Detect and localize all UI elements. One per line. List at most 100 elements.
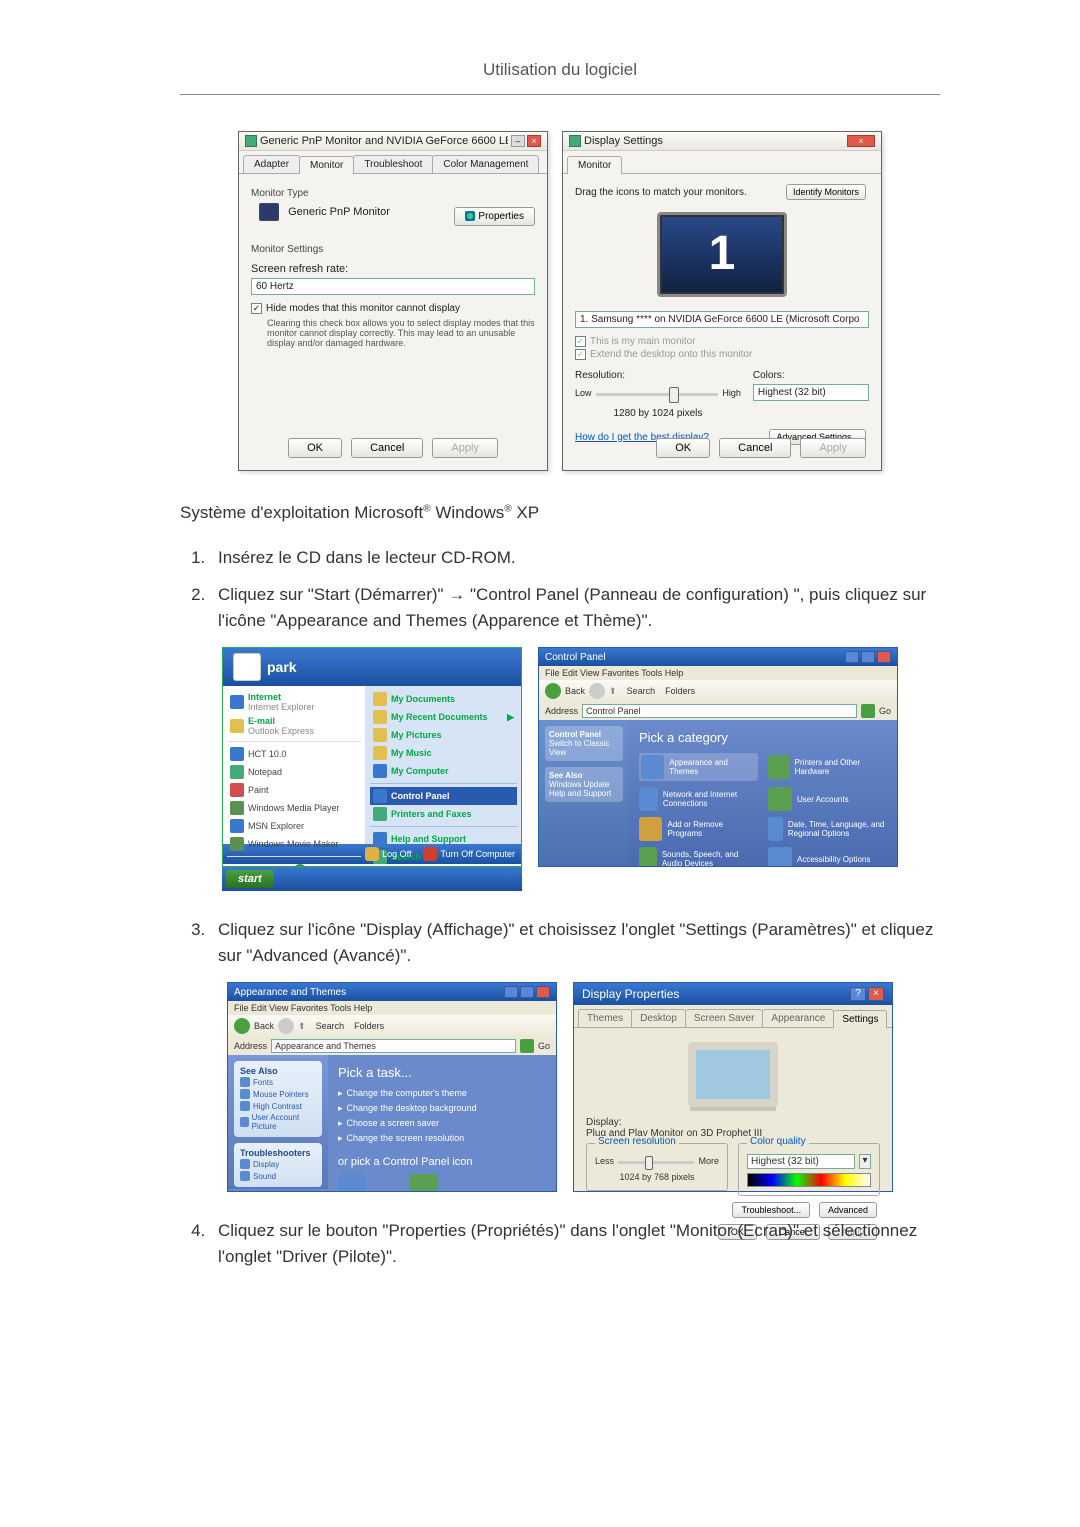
- tab-desktop[interactable]: Desktop: [631, 1009, 686, 1027]
- folders-button[interactable]: Folders: [665, 686, 695, 696]
- my-computer[interactable]: My Computer: [370, 762, 517, 780]
- side-account-pic[interactable]: User Account Picture: [240, 1112, 316, 1132]
- tab-settings[interactable]: Settings: [833, 1010, 887, 1028]
- cp-icon-taskbar[interactable]: Taskbar and Start Menu: [382, 1174, 467, 1192]
- task-background[interactable]: ▸Change the desktop background: [338, 1101, 546, 1116]
- close-icon[interactable]: [536, 986, 550, 998]
- close-icon[interactable]: [877, 651, 891, 663]
- side-fonts[interactable]: Fonts: [240, 1076, 316, 1088]
- help-icon[interactable]: ?: [850, 987, 866, 1001]
- start-button[interactable]: start: [226, 870, 274, 888]
- close-button[interactable]: ×: [527, 135, 541, 147]
- my-recent-docs[interactable]: My Recent Documents▶: [370, 708, 517, 726]
- see-help-support[interactable]: Help and Support: [549, 789, 619, 798]
- my-documents[interactable]: My Documents: [370, 690, 517, 708]
- run[interactable]: Run...: [370, 866, 517, 867]
- cancel-button[interactable]: Cancel: [351, 438, 423, 458]
- monitor-thumb[interactable]: 1: [657, 212, 787, 297]
- forward-icon[interactable]: [278, 1018, 294, 1034]
- my-music[interactable]: My Music: [370, 744, 517, 762]
- tab-adapter[interactable]: Adapter: [243, 155, 300, 173]
- cancel-button[interactable]: Cancel: [719, 438, 791, 458]
- extend-desktop-checkbox[interactable]: ✓: [575, 349, 586, 360]
- help-support[interactable]: Help and Support: [370, 830, 517, 848]
- minimize-icon[interactable]: [504, 986, 518, 998]
- my-pictures[interactable]: My Pictures: [370, 726, 517, 744]
- side-contrast[interactable]: High Contrast: [240, 1100, 316, 1112]
- search-button[interactable]: Search: [316, 1021, 345, 1031]
- apply-button[interactable]: Apply: [800, 438, 866, 458]
- side-mouse[interactable]: Mouse Pointers: [240, 1088, 316, 1100]
- go-icon[interactable]: [861, 704, 875, 718]
- control-panel-menu-item[interactable]: Control Panel: [370, 787, 517, 805]
- all-programs[interactable]: All Programs▶: [227, 860, 361, 867]
- logoff-button[interactable]: Log Off: [365, 847, 411, 861]
- tab-monitor[interactable]: Monitor: [299, 156, 354, 174]
- resolution-slider[interactable]: [596, 385, 719, 405]
- color-select[interactable]: Highest (32 bit): [747, 1154, 855, 1169]
- forward-icon[interactable]: [589, 683, 605, 699]
- turnoff-button[interactable]: Turn Off Computer: [423, 847, 515, 861]
- go-icon[interactable]: [520, 1039, 534, 1053]
- close-icon[interactable]: ×: [868, 987, 884, 1001]
- address-field[interactable]: Appearance and Themes: [271, 1039, 516, 1053]
- printers-faxes[interactable]: Printers and Faxes: [370, 805, 517, 823]
- refresh-rate-select[interactable]: 60 Hertz: [251, 278, 535, 295]
- tab-screensaver[interactable]: Screen Saver: [685, 1009, 764, 1027]
- tab-monitor[interactable]: Monitor: [567, 156, 622, 174]
- ok-button[interactable]: OK: [288, 438, 342, 458]
- properties-button[interactable]: Properties: [454, 207, 535, 226]
- start-item-email[interactable]: E-mailOutlook Express: [227, 714, 361, 738]
- cat-datetime[interactable]: Date, Time, Language, and Regional Optio…: [768, 817, 887, 841]
- cat-users[interactable]: User Accounts: [768, 787, 887, 811]
- minimize-icon[interactable]: [845, 651, 859, 663]
- maximize-icon[interactable]: [861, 651, 875, 663]
- start-item-notepad[interactable]: Notepad: [227, 763, 361, 781]
- cat-appearance-themes[interactable]: Appearance and Themes: [639, 753, 758, 781]
- start-item-internet[interactable]: InternetInternet Explorer: [227, 690, 361, 714]
- start-item-msn[interactable]: MSN Explorer: [227, 817, 361, 835]
- colors-select[interactable]: Highest (32 bit): [753, 384, 869, 401]
- cat-add-remove[interactable]: Add or Remove Programs: [639, 817, 758, 841]
- apply-button[interactable]: Apply: [432, 438, 498, 458]
- advanced-button[interactable]: Advanced: [819, 1202, 877, 1218]
- start-item-hct[interactable]: HCT 10.0: [227, 745, 361, 763]
- at-menu[interactable]: File Edit View Favorites Tools Help: [228, 1001, 556, 1015]
- hide-modes-checkbox[interactable]: ✓: [251, 303, 262, 314]
- side-display[interactable]: Display: [240, 1158, 316, 1170]
- resolution-slider[interactable]: [618, 1154, 694, 1172]
- cp-icon-display[interactable]: Display: [338, 1174, 366, 1192]
- cat-accessibility[interactable]: Accessibility Options: [768, 847, 887, 867]
- see-windows-update[interactable]: Windows Update: [549, 780, 619, 789]
- tab-troubleshoot[interactable]: Troubleshoot: [353, 155, 433, 173]
- task-theme[interactable]: ▸Change the computer's theme: [338, 1086, 546, 1101]
- side-sound[interactable]: Sound: [240, 1170, 316, 1182]
- task-resolution[interactable]: ▸Change the screen resolution: [338, 1131, 546, 1146]
- cat-network[interactable]: Network and Internet Connections: [639, 787, 758, 811]
- tab-color-management[interactable]: Color Management: [432, 155, 539, 173]
- tab-appearance[interactable]: Appearance: [762, 1009, 834, 1027]
- up-icon[interactable]: ⬆: [609, 686, 617, 697]
- maximize-icon[interactable]: [520, 986, 534, 998]
- start-item-wmp[interactable]: Windows Media Player: [227, 799, 361, 817]
- identify-monitors-button[interactable]: Identify Monitors: [786, 184, 866, 200]
- main-monitor-checkbox[interactable]: ✓: [575, 336, 586, 347]
- monitor-select[interactable]: 1. Samsung **** on NVIDIA GeForce 6600 L…: [575, 311, 869, 328]
- troubleshoot-button[interactable]: Troubleshoot...: [732, 1202, 810, 1218]
- cp-menu[interactable]: File Edit View Favorites Tools Help: [539, 666, 897, 680]
- up-icon[interactable]: ⬆: [298, 1021, 306, 1032]
- back-icon[interactable]: [234, 1018, 250, 1034]
- start-item-paint[interactable]: Paint: [227, 781, 361, 799]
- cat-printers[interactable]: Printers and Other Hardware: [768, 753, 887, 781]
- start-item-wmm[interactable]: Windows Movie Maker: [227, 835, 361, 853]
- back-icon[interactable]: [545, 683, 561, 699]
- task-screensaver[interactable]: ▸Choose a screen saver: [338, 1116, 546, 1131]
- cat-sound[interactable]: Sounds, Speech, and Audio Devices: [639, 847, 758, 867]
- switch-classic-link[interactable]: Switch to Classic View: [549, 739, 619, 757]
- close-button[interactable]: ×: [847, 135, 875, 147]
- ok-button[interactable]: OK: [656, 438, 710, 458]
- tab-themes[interactable]: Themes: [578, 1009, 632, 1027]
- folders-button[interactable]: Folders: [354, 1021, 384, 1031]
- search-button[interactable]: Search: [627, 686, 656, 696]
- address-field[interactable]: Control Panel: [582, 704, 857, 718]
